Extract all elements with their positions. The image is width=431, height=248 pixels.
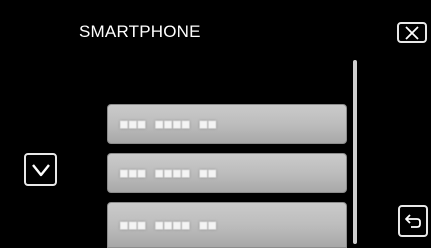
scrollbar[interactable] (353, 60, 357, 244)
scroll-down-button[interactable] (24, 153, 57, 186)
page-title: SMARTPHONE (79, 22, 201, 41)
list-item[interactable]: ■■■ ■■■■ ■■ (107, 153, 347, 193)
close-icon (404, 25, 420, 40)
list-item-label: ■■■ ■■■■ ■■ (120, 116, 218, 132)
close-button[interactable] (397, 22, 427, 43)
list-item[interactable]: ■■■ ■■■■ ■■ (107, 104, 347, 144)
list-item-label: ■■■ ■■■■ ■■ (120, 217, 218, 233)
back-button[interactable] (398, 205, 428, 237)
list-item[interactable]: ■■■ ■■■■ ■■ (107, 202, 347, 248)
list-item-label: ■■■ ■■■■ ■■ (120, 165, 218, 181)
return-arrow-icon (403, 212, 423, 230)
chevron-down-icon (31, 163, 51, 177)
